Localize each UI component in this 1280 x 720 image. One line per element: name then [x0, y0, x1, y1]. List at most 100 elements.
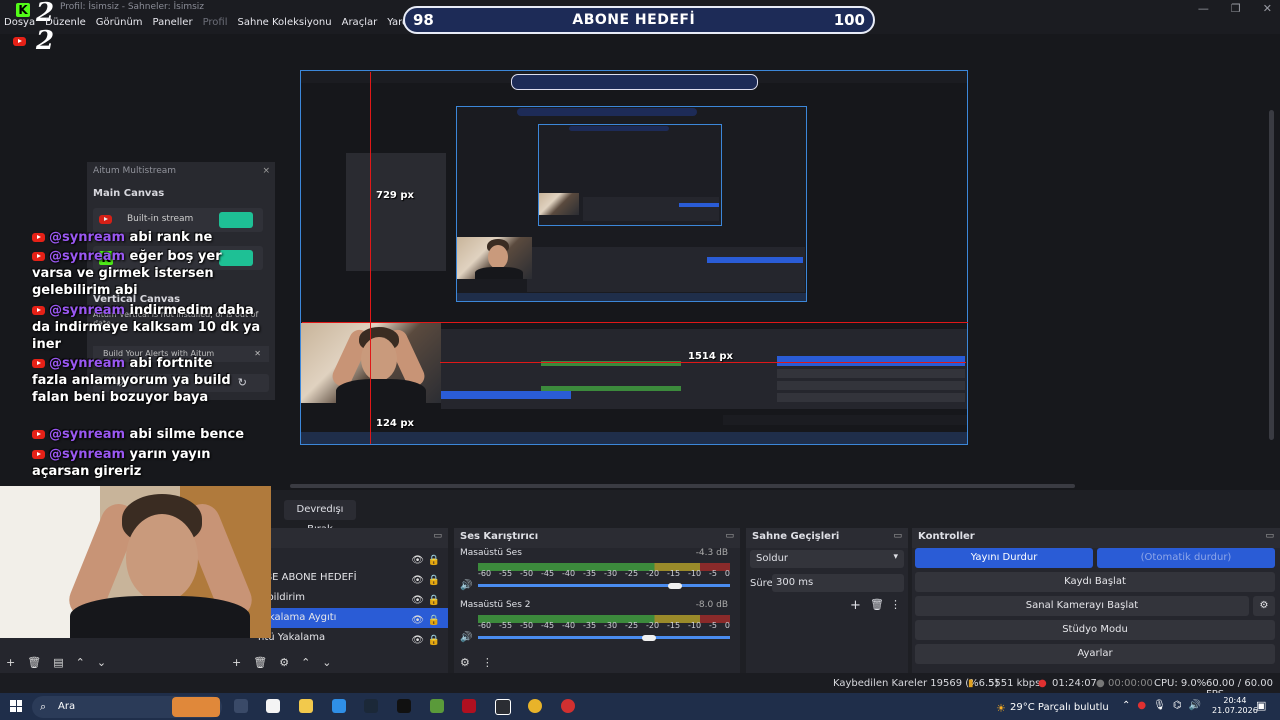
scenes-toolbar: + 🗑 ▤ ⌃ ⌄ [6, 656, 106, 669]
channel-2-volume-knob[interactable] [642, 635, 657, 641]
chat-message: @synream abi fortnite fazla anlamıyorum … [32, 356, 231, 405]
minimize-icon[interactable]: — [1198, 2, 1209, 15]
dock-menu-icon[interactable]: ▭ [433, 531, 442, 541]
start-recording-button[interactable]: Kaydı Başlat [915, 572, 1275, 592]
channel-1-scale: -60 -55 -50 -45 -40 -35 -30 -25 -20 -15 -10 -5 0 [478, 569, 730, 578]
source-item[interactable]: e bildirim 👁 🔒 [254, 588, 448, 608]
trash-icon[interactable]: 🗑 [870, 598, 884, 611]
channel-1-volume-slider[interactable] [478, 584, 730, 587]
menu-tools[interactable]: Araçlar [342, 17, 378, 28]
speaker-icon[interactable]: 🔊 [460, 580, 472, 591]
tray-network-icon[interactable]: ⌬ [1173, 700, 1182, 711]
more-icon[interactable]: ⋮ [890, 598, 901, 611]
windows-start-icon[interactable] [10, 700, 22, 712]
goal-title: ABONE HEDEFİ [572, 12, 696, 28]
app-icon[interactable] [561, 699, 575, 713]
obs-icon[interactable] [495, 699, 511, 715]
add-icon[interactable]: + [232, 656, 241, 669]
stop-stream-button[interactable]: Yayını Durdur [915, 548, 1093, 568]
arrow-up-icon[interactable]: ⌃ [76, 656, 85, 669]
arrow-down-icon[interactable]: ⌄ [97, 656, 106, 669]
kick-logo-icon: K [16, 3, 30, 17]
taskbar-clock[interactable]: 20:44 21.07.2026 [1212, 696, 1258, 716]
menu-docks[interactable]: Paneller [153, 17, 193, 28]
close-icon[interactable]: ✕ [1263, 2, 1272, 15]
task-view-icon[interactable] [234, 699, 248, 713]
add-icon[interactable]: + [6, 656, 15, 669]
duration-input[interactable]: 300 ms [772, 574, 904, 592]
notification-icon[interactable]: ▣ [1256, 699, 1266, 712]
guide-line-horizontal [302, 322, 968, 323]
stream-indicator-icon: ● [1038, 678, 1047, 689]
windows-store-icon[interactable] [266, 699, 280, 713]
source-item-selected[interactable]: Yakalama Aygıtı 👁 🔒 [254, 608, 448, 628]
window-controls: — ❐ ✕ [1198, 2, 1272, 15]
source-item[interactable]: UBE ABONE HEDEFİ 👁 🔒 [254, 568, 448, 588]
gear-icon[interactable]: ⚙ [279, 656, 289, 669]
weather-icon: ☀ [996, 702, 1006, 715]
epic-games-icon[interactable] [397, 699, 411, 713]
gear-icon[interactable]: ⚙ [460, 656, 470, 669]
auto-stop-button[interactable]: (Otomatik durdur) [1097, 548, 1275, 568]
tray-record-icon[interactable]: ● [1137, 700, 1146, 711]
preview-scrollbar-horizontal[interactable] [290, 484, 1075, 488]
tray-chevron-up-icon[interactable]: ⌃ [1122, 700, 1130, 711]
valorant-icon[interactable] [462, 699, 476, 713]
edge-icon[interactable] [332, 699, 346, 713]
chat-message: @synream yarın yayın açarsan gireriz [32, 447, 211, 479]
taskbar-search[interactable]: ⌕ Ara [32, 696, 222, 718]
menu-scene-collection[interactable]: Sahne Koleksiyonu [238, 17, 332, 28]
minecraft-icon[interactable] [430, 699, 444, 713]
start-virtual-camera-button[interactable]: Sanal Kamerayı Başlat [915, 596, 1249, 616]
arrow-up-icon[interactable]: ⌃ [301, 656, 310, 669]
aitum-title: Aitum Multistream [93, 166, 177, 176]
trash-icon[interactable]: 🗑 [27, 656, 41, 669]
transition-type-select[interactable]: Soldur ▾ [750, 550, 904, 568]
nested-screen-capture-3 [538, 124, 722, 226]
arrow-down-icon[interactable]: ⌄ [322, 656, 331, 669]
main-canvas-label: Main Canvas [93, 188, 165, 199]
stream-toggle-button[interactable] [219, 212, 253, 228]
channel-1-name: Masaüstü Ses [460, 548, 522, 558]
menu-profile[interactable]: Profil [203, 17, 228, 28]
goal-target: 100 [833, 11, 865, 29]
tray-mic-icon[interactable]: 🎙 [1153, 700, 1166, 711]
dock-menu-icon[interactable]: ▭ [893, 531, 902, 541]
speaker-icon[interactable]: 🔊 [460, 632, 472, 643]
more-icon[interactable]: ⋮ [482, 656, 493, 669]
virtual-camera-gear-icon[interactable]: ⚙ [1253, 596, 1275, 616]
disable-transition-button[interactable]: Devredışı Bırak [284, 500, 356, 535]
trash-icon[interactable]: 🗑 [253, 656, 267, 669]
youtube-icon [32, 306, 45, 315]
preview-scrollbar-vertical[interactable] [1269, 110, 1274, 440]
goal-current: 98 [413, 11, 434, 29]
webcam-feed [0, 486, 271, 638]
window-title: Profil: İsimsiz - Sahneler: İsimsiz [60, 2, 205, 12]
search-icon: ⌕ [40, 700, 47, 713]
menu-view[interactable]: Görünüm [96, 17, 143, 28]
channel-2-volume-slider[interactable] [478, 636, 730, 639]
source-item[interactable]: EŞ👁🔒 [254, 548, 448, 568]
aitum-close-icon[interactable]: × [262, 166, 270, 176]
lock-icon: 🔒 [427, 635, 440, 646]
dock-menu-icon[interactable]: ▭ [725, 531, 734, 541]
record-indicator-icon: ● [1096, 678, 1105, 689]
studio-mode-button[interactable]: Stüdyo Modu [915, 620, 1275, 640]
file-explorer-icon[interactable] [299, 699, 313, 713]
filter-icon[interactable]: ▤ [53, 656, 63, 669]
menu-file[interactable]: Dosya [4, 17, 35, 28]
steam-icon[interactable] [364, 699, 378, 713]
maximize-icon[interactable]: ❐ [1231, 2, 1241, 15]
youtube-icon [99, 215, 112, 224]
source-item[interactable]: ntü Yakalama 👁 🔒 [254, 628, 448, 648]
settings-button[interactable]: Ayarlar [915, 644, 1275, 664]
tray-volume-icon[interactable]: 🔊 [1189, 700, 1201, 711]
add-icon[interactable]: + [850, 598, 861, 613]
weather[interactable]: 29°C Parçalı bulutlu [1010, 702, 1109, 713]
clock-date: 21.07.2026 [1212, 706, 1258, 715]
channel-1-volume-knob[interactable] [667, 583, 682, 589]
sources-toolbar: + 🗑 ⚙ ⌃ ⌄ [232, 656, 332, 669]
dock-menu-icon[interactable]: ▭ [1265, 531, 1274, 541]
chrome-icon[interactable] [528, 699, 542, 713]
youtube-icon [32, 252, 45, 261]
